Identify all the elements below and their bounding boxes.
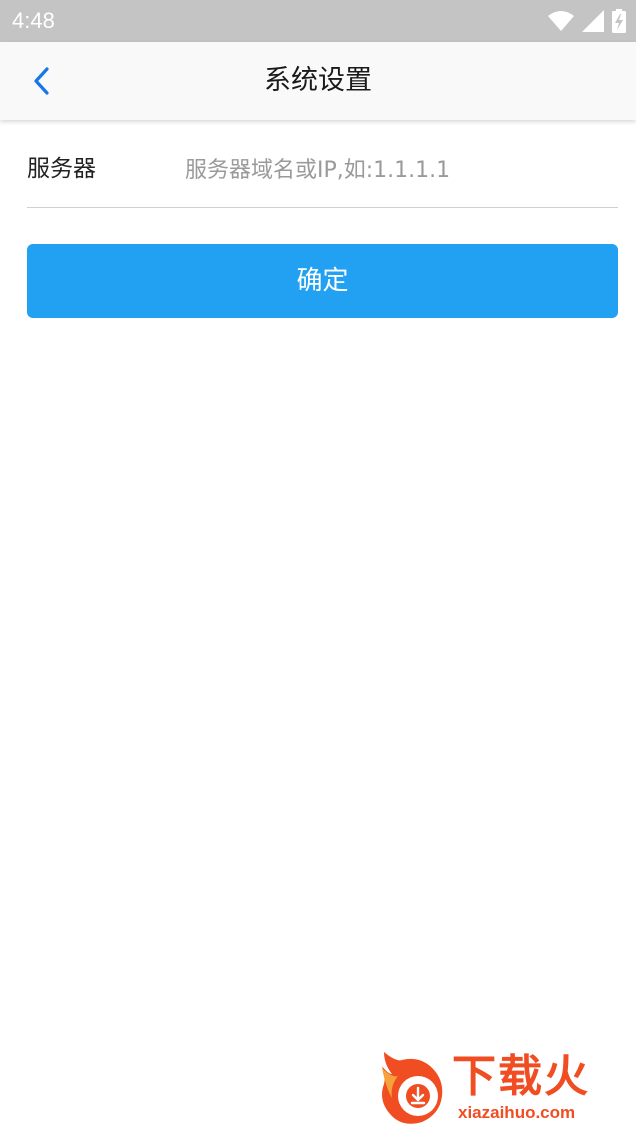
system-settings-screen: 4:48 系统设置 服务器 服务器域名或IP,如:1.1.1.1 确定 下载火 … xyxy=(0,0,636,1130)
page-title: 系统设置 xyxy=(264,65,372,96)
signal-icon xyxy=(582,10,604,32)
wifi-icon xyxy=(548,10,574,32)
watermark-brand: 下载火 xyxy=(452,1051,590,1102)
server-label: 服务器 xyxy=(27,156,96,182)
battery-charging-icon xyxy=(612,9,626,33)
status-time: 4:48 xyxy=(12,8,55,33)
chevron-left-icon xyxy=(34,67,49,95)
watermark: 下载火 xiazaihuo.com xyxy=(376,1048,632,1126)
confirm-button[interactable]: 确定 xyxy=(27,244,618,318)
server-input[interactable] xyxy=(185,152,605,188)
back-button[interactable] xyxy=(22,61,62,101)
toolbar: 系统设置 xyxy=(0,42,636,120)
status-icons xyxy=(548,9,626,33)
server-field-row: 服务器 xyxy=(27,138,618,208)
status-bar: 4:48 xyxy=(0,0,636,42)
flame-logo-icon xyxy=(382,1052,443,1124)
watermark-url: xiazaihuo.com xyxy=(458,1103,576,1122)
